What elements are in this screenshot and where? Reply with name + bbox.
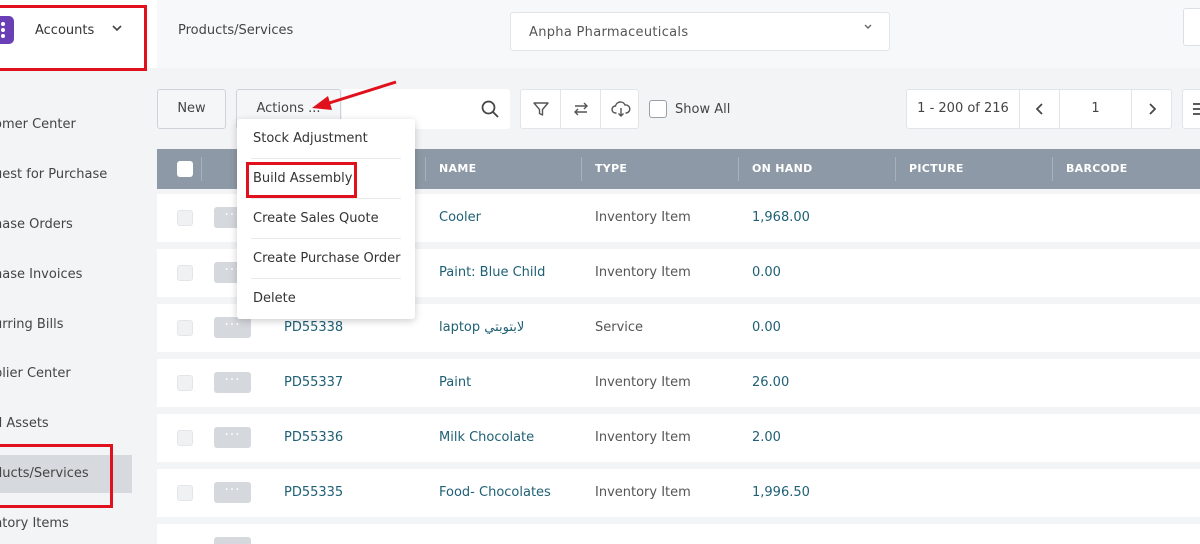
select-all-checkbox[interactable]: [177, 161, 193, 177]
highlight-box: [0, 5, 147, 71]
product-on-hand[interactable]: 0.00: [752, 320, 781, 335]
row-more-button[interactable]: ···: [214, 427, 251, 448]
product-code[interactable]: PD55338: [284, 320, 343, 335]
next-page-button[interactable]: [1132, 90, 1173, 128]
sidebar-item-request-for-purchase[interactable]: uest for Purchase: [0, 156, 132, 194]
show-all-toggle[interactable]: Show All: [649, 100, 730, 118]
row-more-button[interactable]: ···: [214, 317, 251, 338]
row-more-button[interactable]: [214, 537, 251, 544]
product-on-hand[interactable]: 1,968.00: [752, 210, 810, 225]
product-type: Inventory Item: [595, 430, 691, 445]
product-name[interactable]: Milk Chocolate: [439, 430, 534, 445]
annotation-arrow-icon: [312, 80, 397, 110]
row-checkbox[interactable]: [177, 430, 193, 446]
sidebar-item-purchase-orders[interactable]: hase Orders: [0, 206, 132, 244]
product-name[interactable]: Paint: Blue Child: [439, 265, 545, 280]
sidebar-item-customer-center[interactable]: omer Center: [0, 106, 132, 144]
sidebar-item-inventory-items[interactable]: ntory Items: [0, 505, 132, 543]
product-code[interactable]: PD55335: [284, 485, 343, 500]
row-checkbox[interactable]: [177, 375, 193, 391]
product-name[interactable]: laptop لابتوبتي: [439, 320, 524, 335]
show-all-label: Show All: [675, 101, 731, 117]
cloud-download-icon[interactable]: [600, 90, 639, 128]
search-icon[interactable]: [480, 99, 500, 123]
product-code[interactable]: PD55336: [284, 430, 343, 445]
product-on-hand[interactable]: 0.00: [752, 265, 781, 280]
product-name[interactable]: Cooler: [439, 210, 481, 225]
product-type: Service: [595, 320, 644, 335]
page-number-input[interactable]: 1: [1060, 90, 1132, 128]
table-row[interactable]: ··· PD55335 Food- Chocolates Inventory I…: [157, 469, 1200, 517]
prev-page-button[interactable]: [1020, 90, 1060, 128]
filter-icon[interactable]: [521, 90, 560, 128]
column-header-on-hand[interactable]: ON HAND: [752, 162, 813, 175]
list-tools: [520, 89, 639, 129]
show-all-checkbox[interactable]: [649, 100, 667, 118]
company-select[interactable]: Anpha Pharmaceuticals: [510, 12, 890, 51]
sidebar-item-fixed-assets[interactable]: d Assets: [0, 405, 132, 443]
sidebar-item-recurring-bills[interactable]: urring Bills: [0, 306, 132, 344]
actions-menu: Stock Adjustment Build Assembly Create S…: [237, 119, 415, 319]
table-row[interactable]: ··· PD55337 Paint Inventory Item 26.00: [157, 359, 1200, 407]
row-checkbox[interactable]: [177, 485, 193, 501]
column-settings-button[interactable]: [1182, 89, 1200, 129]
sidebar-item-purchase-invoices[interactable]: hase Invoices: [0, 256, 132, 294]
menu-item-create-purchase-order[interactable]: Create Purchase Order: [237, 239, 415, 279]
product-type: Inventory Item: [595, 375, 691, 390]
swap-icon[interactable]: [560, 90, 599, 128]
row-checkbox[interactable]: [177, 265, 193, 281]
highlight-box: [0, 444, 113, 508]
column-header-barcode[interactable]: BARCODE: [1066, 162, 1128, 175]
product-name[interactable]: Paint: [439, 375, 471, 390]
sidebar-item-supplier-center[interactable]: plier Center: [0, 355, 132, 393]
table-row[interactable]: [157, 524, 1200, 544]
pagination: 1 - 200 of 216 1: [906, 89, 1172, 129]
product-type: Inventory Item: [595, 210, 691, 225]
highlight-box: [246, 162, 357, 198]
row-checkbox[interactable]: [177, 210, 193, 226]
column-header-picture[interactable]: PICTURE: [909, 162, 964, 175]
product-type: Inventory Item: [595, 265, 691, 280]
menu-item-delete[interactable]: Delete: [237, 279, 415, 319]
company-select-value: Anpha Pharmaceuticals: [529, 25, 689, 40]
menu-item-create-sales-quote[interactable]: Create Sales Quote: [237, 199, 415, 239]
menu-item-stock-adjustment[interactable]: Stock Adjustment: [237, 119, 415, 159]
column-header-name[interactable]: NAME: [439, 162, 476, 175]
product-on-hand[interactable]: 26.00: [752, 375, 789, 390]
product-on-hand[interactable]: 2.00: [752, 430, 781, 445]
row-checkbox[interactable]: [177, 320, 193, 336]
page-title: Products/Services: [178, 23, 294, 38]
top-bar: Accounts Products/Services Anpha Pharmac…: [0, 0, 1200, 68]
pager-range: 1 - 200 of 216: [907, 90, 1020, 128]
product-type: Inventory Item: [595, 485, 691, 500]
column-header-type[interactable]: TYPE: [595, 162, 627, 175]
top-right-button[interactable]: [1183, 8, 1200, 46]
product-on-hand[interactable]: 1,996.50: [752, 485, 810, 500]
row-more-button[interactable]: ···: [214, 372, 251, 393]
row-more-button[interactable]: ···: [214, 482, 251, 503]
chevron-down-icon: [863, 22, 873, 35]
product-name[interactable]: Food- Chocolates: [439, 485, 551, 500]
table-row[interactable]: ··· PD55336 Milk Chocolate Inventory Ite…: [157, 414, 1200, 462]
new-button[interactable]: New: [157, 89, 226, 129]
product-code[interactable]: PD55337: [284, 375, 343, 390]
